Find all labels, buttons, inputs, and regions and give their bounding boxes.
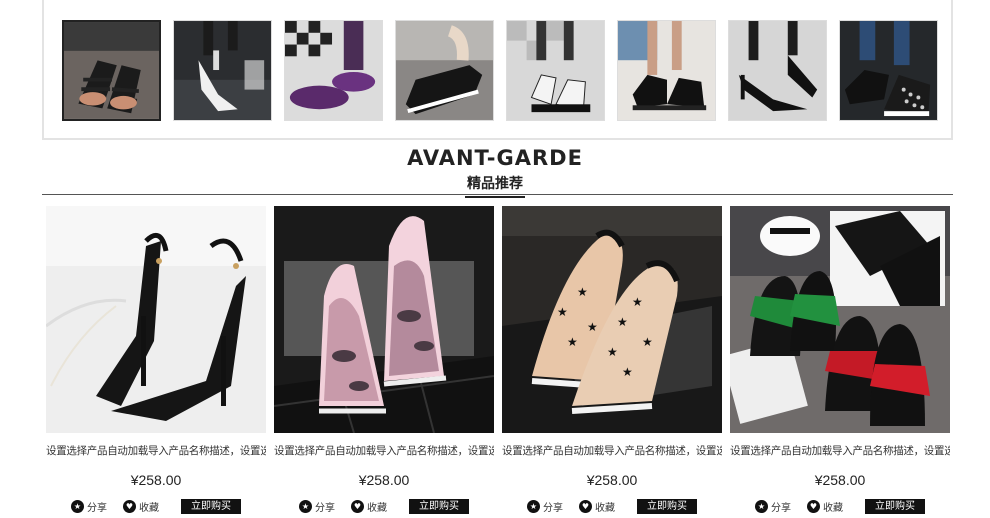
heart-icon: ♥ xyxy=(807,500,820,513)
product-price: ¥258.00 xyxy=(358,472,410,488)
favorite-button[interactable]: ♥ 收藏 xyxy=(351,499,387,514)
favorite-button[interactable]: ♥ 收藏 xyxy=(123,499,159,514)
svg-text:★: ★ xyxy=(557,305,568,319)
star-icon: ★ xyxy=(299,500,312,513)
svg-text:★: ★ xyxy=(567,335,578,349)
product-name[interactable]: 设置选择产品自动加载导入产品名称描述，设置选择 xyxy=(274,443,494,458)
product-grid: 设置选择产品自动加载导入产品名称描述，设置选择 ¥258.00 ★ 分享 ♥ 收藏 … xyxy=(46,206,950,514)
thumbnail-strip xyxy=(42,0,953,140)
product-price: ¥258.00 xyxy=(814,472,866,488)
svg-text:★: ★ xyxy=(587,320,598,334)
product-card: 设置选择产品自动加载导入产品名称描述，设置选择 ¥258.00 ★ 分享 ♥ 收藏 … xyxy=(274,206,494,514)
favorite-button[interactable]: ♥ 收藏 xyxy=(807,499,843,514)
product-name[interactable]: 设置选择产品自动加载导入产品名称描述，设置选择 xyxy=(730,443,950,458)
product-image-star-slipons[interactable]: ★ ★ ★ ★ ★ ★ ★ ★ ★ xyxy=(502,206,722,433)
heart-icon: ♥ xyxy=(123,500,136,513)
share-button[interactable]: ★ 分享 xyxy=(527,499,563,514)
thumbnail-black-platform-loafers[interactable] xyxy=(617,20,716,121)
favorite-label: 收藏 xyxy=(367,503,387,514)
share-button[interactable]: ★ 分享 xyxy=(299,499,335,514)
section-title-en: AVANT-GARDE xyxy=(407,146,583,170)
favorite-label: 收藏 xyxy=(823,503,843,514)
share-button[interactable]: ★ 分享 xyxy=(71,499,107,514)
buy-now-button[interactable]: 立即购买 xyxy=(865,499,925,514)
section-heading: AVANT-GARDE 精品推荐 xyxy=(0,146,990,198)
thumbnail-black-slipon[interactable] xyxy=(395,20,494,121)
heart-icon: ♥ xyxy=(579,500,592,513)
svg-text:★: ★ xyxy=(622,365,633,379)
thumbnail-sandals-lace-up[interactable] xyxy=(62,20,161,121)
share-label: 分享 xyxy=(543,503,563,514)
thumbnail-white-platform-sandals[interactable] xyxy=(506,20,605,121)
heart-icon: ♥ xyxy=(351,500,364,513)
thumbnail-purple-flats[interactable] xyxy=(284,20,383,121)
star-icon: ★ xyxy=(71,500,84,513)
product-actions: ★ 分享 ♥ 收藏 立即购买 xyxy=(46,499,266,514)
product-actions: ★ 分享 ♥ 收藏 立即购买 xyxy=(730,499,950,514)
product-image-black-pointed-heels[interactable] xyxy=(46,206,266,433)
product-image-camo-slipons[interactable] xyxy=(274,206,494,433)
product-image-cross-slides[interactable] xyxy=(730,206,950,433)
product-name[interactable]: 设置选择产品自动加载导入产品名称描述，设置选择 xyxy=(46,443,266,458)
share-label: 分享 xyxy=(315,503,335,514)
svg-text:★: ★ xyxy=(642,335,653,349)
thumbnail-studded-slipon[interactable] xyxy=(839,20,938,121)
star-icon: ★ xyxy=(527,500,540,513)
svg-text:★: ★ xyxy=(577,285,588,299)
svg-text:★: ★ xyxy=(632,295,643,309)
favorite-label: 收藏 xyxy=(139,503,159,514)
thumbnail-white-heels[interactable] xyxy=(173,20,272,121)
product-card: 设置选择产品自动加载导入产品名称描述，设置选择 ¥258.00 ★ 分享 ♥ 收藏 … xyxy=(46,206,266,514)
buy-now-button[interactable]: 立即购买 xyxy=(409,499,469,514)
favorite-button[interactable]: ♥ 收藏 xyxy=(579,499,615,514)
svg-text:★: ★ xyxy=(607,345,618,359)
share-button[interactable]: ★ 分享 xyxy=(755,499,791,514)
thumbnail-black-pointed-heels[interactable] xyxy=(728,20,827,121)
product-name[interactable]: 设置选择产品自动加载导入产品名称描述，设置选择 xyxy=(502,443,722,458)
buy-now-button[interactable]: 立即购买 xyxy=(637,499,697,514)
product-actions: ★ 分享 ♥ 收藏 立即购买 xyxy=(274,499,494,514)
thumbnail-list xyxy=(62,20,938,121)
product-actions: ★ 分享 ♥ 收藏 立即购买 xyxy=(502,499,722,514)
favorite-label: 收藏 xyxy=(595,503,615,514)
product-card: ★ ★ ★ ★ ★ ★ ★ ★ ★ 设置选择产品自动加载导入产品名称描述，设置选择 ¥258.0… xyxy=(502,206,722,514)
svg-text:★: ★ xyxy=(617,315,628,329)
buy-now-button[interactable]: 立即购买 xyxy=(181,499,241,514)
section-divider xyxy=(42,194,953,195)
product-card: 设置选择产品自动加载导入产品名称描述，设置选择 ¥258.00 ★ 分享 ♥ 收藏 … xyxy=(730,206,950,514)
share-label: 分享 xyxy=(87,503,107,514)
product-price: ¥258.00 xyxy=(130,472,182,488)
star-icon: ★ xyxy=(755,500,768,513)
share-label: 分享 xyxy=(771,503,791,514)
product-price: ¥258.00 xyxy=(586,472,638,488)
